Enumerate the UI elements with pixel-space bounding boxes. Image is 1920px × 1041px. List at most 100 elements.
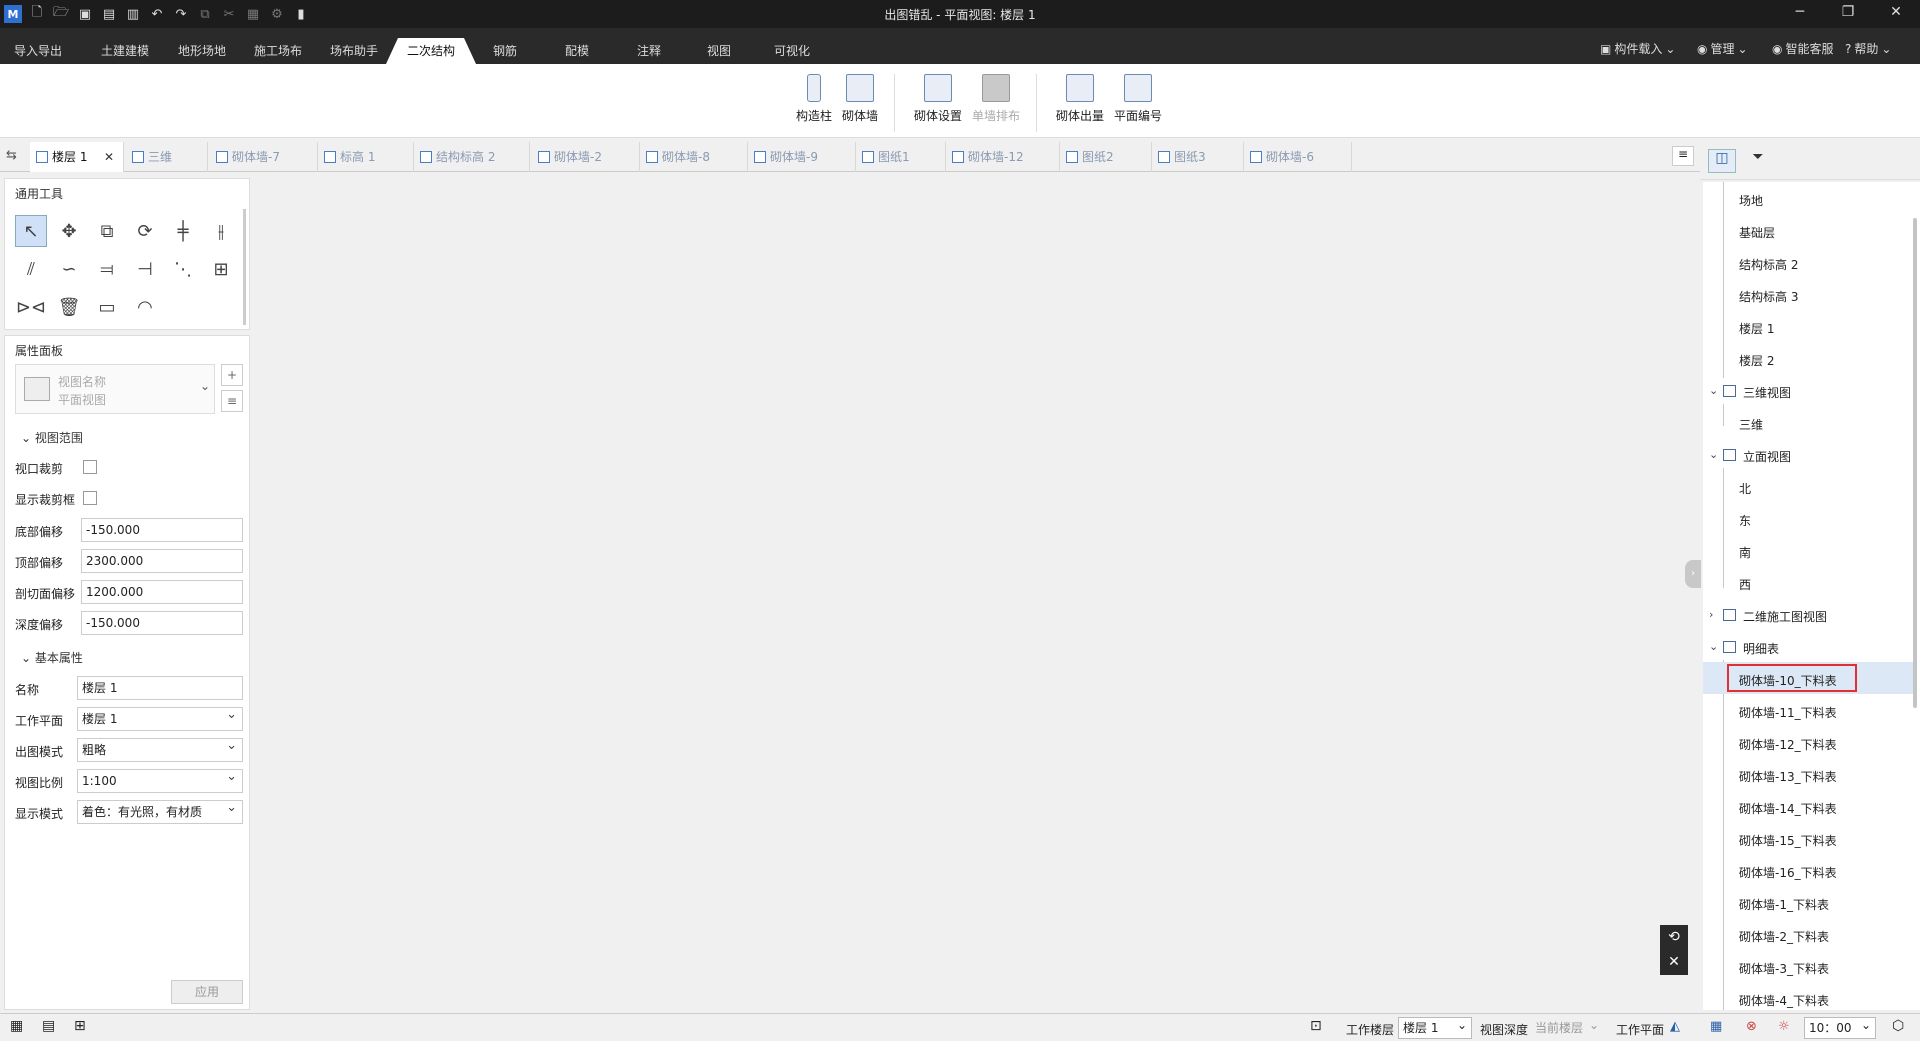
tree-item[interactable]: 砌体墙-1_下料表 xyxy=(1739,896,1829,913)
viewport-crop-checkbox[interactable] xyxy=(83,460,97,474)
scrollbar[interactable] xyxy=(1913,218,1917,708)
tree-item[interactable]: 楼层 1 xyxy=(1739,320,1774,337)
measure-icon[interactable]: ▭ xyxy=(91,291,123,323)
scale-select[interactable]: 1:100 xyxy=(77,766,243,793)
filter-icon[interactable]: ⏷ xyxy=(1744,149,1772,173)
view-tab[interactable]: 砌体墙-6 xyxy=(1244,142,1352,172)
add-icon[interactable]: + xyxy=(221,364,243,386)
single-wall-layout-button[interactable]: 单墙排布 xyxy=(968,74,1024,134)
tree-item[interactable]: 砌体墙-10_下料表 xyxy=(1739,672,1837,689)
array-icon[interactable]: ⋱ xyxy=(167,253,199,285)
section-basic-props[interactable]: ⌄ 基本属性 xyxy=(21,649,83,666)
trim-icon[interactable]: ╪ xyxy=(167,215,199,247)
tab-terrain[interactable]: 地形场地 xyxy=(166,38,238,64)
help-menu[interactable]: ? 帮助 ⌄ xyxy=(1845,40,1891,57)
tree-item[interactable]: 砌体墙-16_下料表 xyxy=(1739,864,1837,881)
smart-service-button[interactable]: ◉ 智能客服 xyxy=(1772,40,1834,57)
copy-icon[interactable]: ⧉ xyxy=(91,215,123,247)
snap-off-icon[interactable]: ⊗ xyxy=(1746,1019,1757,1034)
extend-icon[interactable]: ∽ xyxy=(53,253,85,285)
view-tab[interactable]: 图纸3 xyxy=(1152,142,1244,172)
chevron-down-icon[interactable]: ⌄ xyxy=(1709,640,1718,653)
move-icon[interactable]: ✥ xyxy=(53,215,85,247)
align-icon[interactable]: ⫤ xyxy=(91,253,123,285)
tab-layout-assistant[interactable]: 场布助手 xyxy=(318,38,390,64)
tree-item[interactable]: 三维 xyxy=(1739,416,1763,433)
layout-quad-icon[interactable]: ⊞ xyxy=(74,1018,86,1034)
tree-item[interactable]: 西 xyxy=(1739,576,1751,593)
tab-menu-icon[interactable]: ≡ xyxy=(1672,146,1694,166)
layout-double-icon[interactable]: ▤ xyxy=(42,1018,55,1034)
component-load-menu[interactable]: ▣ 构件载入 ⌄ xyxy=(1600,40,1675,57)
plan-numbering-button[interactable]: 平面编号 xyxy=(1110,74,1166,134)
view-tab[interactable]: 标高 1 xyxy=(318,142,414,172)
output-mode-select[interactable]: 粗略 xyxy=(77,735,243,762)
tree-item[interactable]: 基础层 xyxy=(1739,224,1775,241)
cube-icon[interactable]: ⬡ xyxy=(1892,1018,1904,1034)
chevron-right-icon[interactable]: › xyxy=(1709,608,1713,621)
split-icon[interactable]: ⫲ xyxy=(205,215,237,247)
display-mode-select[interactable]: 着色：有光照，有材质 xyxy=(77,797,243,824)
view-tab[interactable]: 楼层 1 ✕ xyxy=(30,142,124,172)
zoom-fit-icon[interactable]: ⊡ xyxy=(1310,1018,1322,1034)
break-icon[interactable]: ⊣ xyxy=(129,253,161,285)
mirror-icon[interactable]: ⊳⊲ xyxy=(15,291,47,323)
offset-icon[interactable]: ⫽ xyxy=(15,253,47,285)
tree-item[interactable]: 砌体墙-13_下料表 xyxy=(1739,768,1837,785)
tree-group-2d-drawings[interactable]: 二维施工图视图 xyxy=(1723,608,1827,625)
tree-item[interactable]: 砌体墙-11_下料表 xyxy=(1739,704,1837,721)
tree-item[interactable]: 南 xyxy=(1739,544,1751,561)
tree-item[interactable]: 结构标高 3 xyxy=(1739,288,1798,305)
grid-icon[interactable]: ▦ xyxy=(1710,1019,1722,1034)
drawing-canvas[interactable]: › ⟲ ✕ xyxy=(255,172,1701,1010)
tree-item[interactable]: 砌体墙-15_下料表 xyxy=(1739,832,1837,849)
time-select[interactable]: 10：00 xyxy=(1804,1015,1876,1039)
chevron-down-icon[interactable]: ⌄ xyxy=(1709,384,1718,397)
cut-offset-field[interactable]: 1200.000 xyxy=(81,580,243,604)
view-tab[interactable]: 砌体墙-7 xyxy=(210,142,318,172)
masonry-settings-button[interactable]: 砌体设置 xyxy=(910,74,966,134)
top-offset-field[interactable]: 2300.000 xyxy=(81,549,243,573)
view-tab[interactable]: 砌体墙-12 xyxy=(946,142,1060,172)
name-field[interactable]: 楼层 1 xyxy=(77,676,243,700)
angle-icon[interactable]: ◠ xyxy=(129,291,161,323)
tree-item[interactable]: 砌体墙-14_下料表 xyxy=(1739,800,1837,817)
apply-button[interactable]: 应用 xyxy=(171,980,243,1004)
tree-item[interactable]: 东 xyxy=(1739,512,1751,529)
view-type-selector[interactable]: 视图名称 平面视图 ⌄ xyxy=(15,364,215,414)
edit-type-icon[interactable]: ≡ xyxy=(221,390,243,412)
tab-formwork[interactable]: 配模 xyxy=(544,38,610,64)
rotate-icon[interactable]: ⟳ xyxy=(129,215,161,247)
grid-array-icon[interactable]: ⊞ xyxy=(205,253,237,285)
tab-list-icon[interactable]: ⇆ xyxy=(6,148,17,163)
view-tab[interactable]: 结构标高 2 xyxy=(414,142,530,172)
restore-icon[interactable]: ❐ xyxy=(1833,4,1863,20)
view-tab[interactable]: 图纸2 xyxy=(1060,142,1152,172)
delete-icon[interactable]: 🗑 xyxy=(53,291,85,323)
tab-annotation[interactable]: 注释 xyxy=(614,38,684,64)
view-tab[interactable]: 图纸1 xyxy=(856,142,946,172)
tab-secondary-structure[interactable]: 二次结构 xyxy=(386,38,476,64)
tree-item[interactable]: 楼层 2 xyxy=(1739,352,1774,369)
minimize-icon[interactable]: ─ xyxy=(1785,4,1815,20)
select-icon[interactable]: ↖ xyxy=(15,215,47,247)
tree-item[interactable]: 北 xyxy=(1739,480,1751,497)
depth-offset-field[interactable]: -150.000 xyxy=(81,611,243,635)
sun-off-icon[interactable]: ☼ xyxy=(1778,1019,1790,1034)
tree-item[interactable]: 砌体墙-4_下料表 xyxy=(1739,992,1829,1009)
bottom-offset-field[interactable]: -150.000 xyxy=(81,518,243,542)
workplane-select[interactable]: 楼层 1 xyxy=(77,704,243,731)
reset-view-icon[interactable]: ⟲ xyxy=(1660,925,1688,950)
tab-site-layout[interactable]: 施工场布 xyxy=(242,38,314,64)
tree-group-3d[interactable]: 三维视图 xyxy=(1723,384,1791,401)
tree-item[interactable]: 结构标高 2 xyxy=(1739,256,1798,273)
view-tab[interactable]: 砌体墙-8 xyxy=(640,142,748,172)
tab-import-export[interactable]: 导入导出 xyxy=(0,38,76,64)
tree-item[interactable]: 砌体墙-2_下料表 xyxy=(1739,928,1829,945)
view-tab[interactable]: 砌体墙-9 xyxy=(748,142,856,172)
tree-group-schedules[interactable]: 明细表 xyxy=(1723,640,1779,657)
view-tab[interactable]: 砌体墙-2 xyxy=(532,142,640,172)
chevron-down-icon[interactable]: ⌄ xyxy=(1709,448,1718,461)
layout-single-icon[interactable]: ▦ xyxy=(10,1018,23,1034)
view-cube-controls[interactable]: ⟲ ✕ xyxy=(1660,925,1688,975)
